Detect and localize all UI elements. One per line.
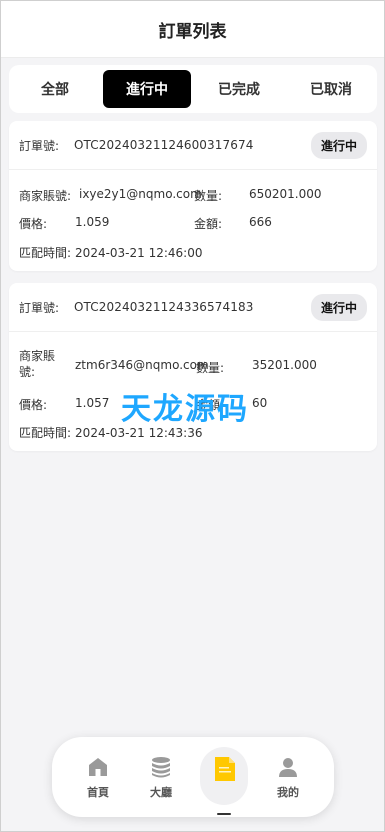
quantity-value: 35201.000: [252, 358, 317, 372]
order-card[interactable]: 訂單號: OTC20240321124600317674 進行中 商家賬號: i…: [9, 121, 377, 271]
user-icon: [276, 755, 300, 779]
bottom-nav: 首頁 大廳 訂: [52, 737, 334, 817]
merchant-value: ixye2y1@nqmo.com: [79, 187, 202, 201]
tab-in-progress[interactable]: 進行中: [103, 70, 191, 108]
price-label: 價格:: [19, 398, 48, 412]
amount-value: 60: [252, 396, 268, 410]
database-icon: [149, 755, 173, 779]
nav-profile-label: 我的: [277, 786, 299, 799]
order-card-body: 商家賬號: ztm6r346@nqmo.com 數量: 35201.000 價格…: [9, 332, 377, 452]
nav-profile[interactable]: 我的: [263, 747, 313, 811]
nav-hall[interactable]: 大廳: [136, 747, 186, 811]
order-card[interactable]: 訂單號: OTC20240321124336574183 進行中 商家賬號: z…: [9, 283, 377, 451]
price-label: 價格:: [19, 217, 48, 231]
merchant-value: ztm6r346@nqmo.com: [75, 358, 209, 372]
amount-value: 666: [249, 215, 272, 229]
match-time-label: 匹配時間:: [19, 246, 72, 260]
merchant-label: 商家賬號:: [19, 189, 72, 203]
home-icon: [86, 755, 110, 779]
nav-home-label: 首頁: [87, 786, 109, 799]
nav-home[interactable]: 首頁: [73, 747, 123, 811]
order-card-body: 商家賬號: ixye2y1@nqmo.com 數量: 650201.000 價格…: [9, 170, 377, 272]
amount-label: 金額:: [196, 398, 225, 412]
top-bar: 訂單列表: [1, 1, 384, 58]
price-value: 1.057: [75, 396, 110, 410]
active-indicator: [217, 813, 231, 815]
quantity-label: 數量:: [196, 361, 225, 375]
order-card-header: 訂單號: OTC20240321124336574183 進行中: [9, 283, 377, 332]
merchant-label: 商家賬號:: [19, 349, 56, 379]
match-time-label: 匹配時間:: [19, 426, 72, 440]
tab-all[interactable]: 全部: [11, 70, 99, 108]
order-no-label: 訂單號:: [19, 300, 60, 315]
nav-orders[interactable]: 訂單: [200, 747, 250, 815]
tab-completed[interactable]: 已完成: [195, 70, 283, 108]
match-time-value: 2024-03-21 12:46:00: [75, 245, 203, 260]
order-card-header: 訂單號: OTC20240321124600317674 進行中: [9, 121, 377, 170]
match-time-value: 2024-03-21 12:43:36: [75, 425, 203, 440]
amount-label: 金額:: [194, 217, 223, 231]
app-frame: 訂單列表 全部 進行中 已完成 已取消 訂單號: OTC202403211246…: [0, 0, 385, 832]
quantity-value: 650201.000: [249, 187, 322, 201]
price-value: 1.059: [75, 215, 110, 229]
tab-cancelled[interactable]: 已取消: [287, 70, 375, 108]
quantity-label: 數量:: [194, 189, 223, 203]
status-tabs: 全部 進行中 已完成 已取消: [9, 65, 377, 113]
page-title: 訂單列表: [158, 21, 227, 42]
order-no-value: OTC20240321124336574183: [74, 300, 254, 314]
order-no-value: OTC20240321124600317674: [74, 138, 254, 152]
status-badge: 進行中: [310, 131, 367, 159]
document-icon: [213, 755, 237, 781]
nav-hall-label: 大廳: [150, 786, 172, 799]
order-no-label: 訂單號:: [19, 138, 60, 153]
status-badge: 進行中: [310, 293, 367, 321]
